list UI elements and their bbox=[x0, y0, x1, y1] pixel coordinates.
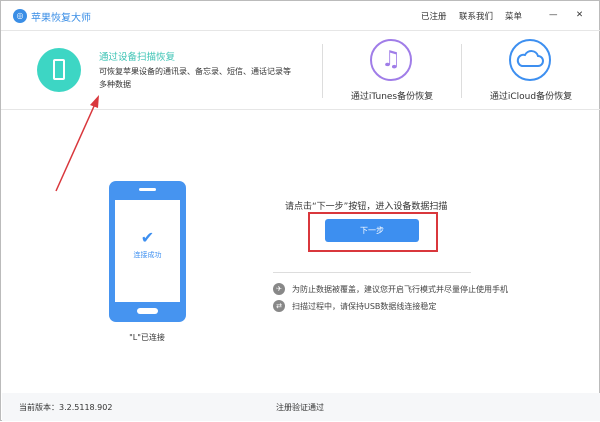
app-window: ◎ 苹果恢复大师 已注册 联系我们 菜单 — ✕ 通过设备扫描恢复 可恢复苹果设… bbox=[0, 0, 600, 421]
register-status: 注册验证通过 bbox=[276, 403, 324, 412]
divider bbox=[273, 272, 471, 273]
tip-text: 扫描过程中，请保持USB数据线连接稳定 bbox=[292, 302, 437, 311]
version-label: 当前版本：3.2.5118.902 bbox=[19, 403, 113, 412]
airplane-icon: ✈ bbox=[273, 283, 285, 295]
scan-prompt: 请点击“下一步”按钮，进入设备数据扫描 bbox=[285, 202, 448, 212]
connection-status: 连接成功 bbox=[133, 251, 162, 259]
usb-icon: ⇄ bbox=[273, 300, 285, 312]
check-icon: ✔ bbox=[140, 228, 155, 247]
status-bar: 当前版本：3.2.5118.902 注册验证通过 bbox=[2, 393, 600, 421]
phone-illustration: ✔ 连接成功 bbox=[109, 181, 186, 322]
highlight-box bbox=[308, 212, 438, 252]
tip-text: 为防止数据被覆盖，建议您开启飞行模式并尽量停止使用手机 bbox=[292, 285, 508, 294]
device-name: "L"已连接 bbox=[129, 333, 165, 342]
